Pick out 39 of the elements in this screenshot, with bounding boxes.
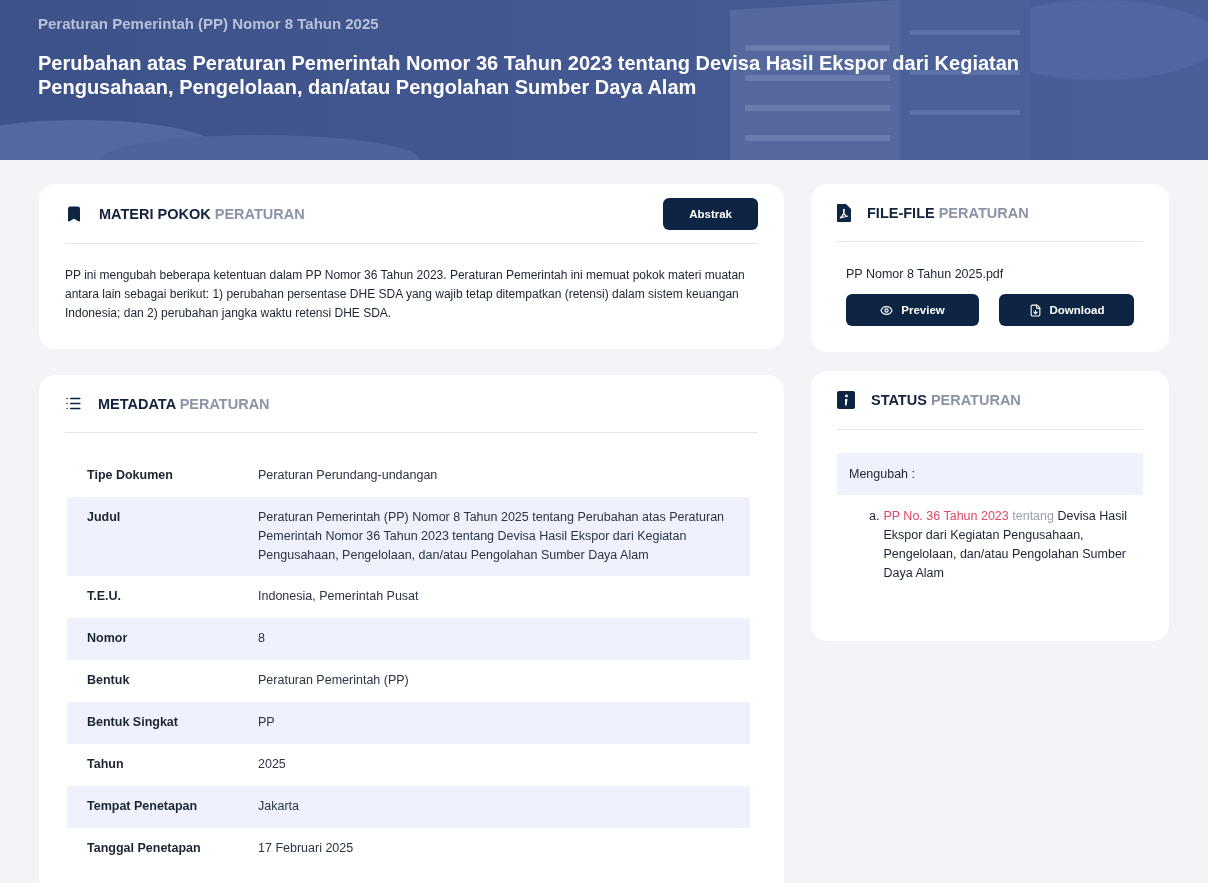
summary-text: PP ini mengubah beberapa ketentuan dalam PP Nomor 36 Tahun 2023. Peraturan Pemerintah ini memuat pokok materi muatan antara lain sebagai berikut: 1) perubahan persentase DHE SDA yang wajib tetap ditempatkan (retensi) dalam sistem keuangan Indonesia; dan 2) perubahan jangka waktu retensi DHE SDA. <box>65 267 746 322</box>
file-name: PP Nomor 8 Tahun 2025.pdf <box>846 267 1005 281</box>
page-title: Perubahan atas Peraturan Pemerintah Nomor 36 Tahun 2023 tentang Devisa Hasil Ekspor dari Kegiatan Pengusahaan, Pengelolaan, dan/atau Pengolahan Sumber Daya Alam <box>38 51 1021 99</box>
group-label: Mengubah : <box>837 453 1143 495</box>
field-value: Indonesia, Pemerintah Pusat <box>258 588 420 605</box>
field-value: PP <box>258 714 276 731</box>
field-label: Tipe Dokumen <box>87 467 174 484</box>
bookmark-icon <box>65 204 83 223</box>
field-label: Tahun <box>87 756 125 773</box>
field-label: Judul <box>87 509 122 526</box>
field-label: Tanggal Penetapan <box>87 840 202 857</box>
field-value: 2025 <box>258 756 287 773</box>
field-value: Peraturan Pemerintah (PP) <box>258 672 410 689</box>
section-heading: METADATA PERATURAN <box>98 395 271 412</box>
list-marker: a. <box>869 508 880 525</box>
field-value: 8 <box>258 630 266 647</box>
field-value: Peraturan Pemerintah (PP) Nomor 8 Tahun 2025 tentang Perubahan atas Peraturan Pemerintah Nomor 36 Tahun 2023 tentang Devisa Hasil Ekspor dari Kegiatan Pengusahaan, Pengelolaan, dan/atau Pengolahan Sumber Daya Alam <box>258 509 726 564</box>
list-icon <box>65 395 82 412</box>
pdf-file-icon <box>837 203 851 222</box>
field-label: Bentuk Singkat <box>87 714 179 731</box>
section-heading: FILE-FILE PERATURAN <box>867 204 1030 221</box>
section-heading: STATUS PERATURAN <box>871 392 1022 408</box>
field-label: Bentuk <box>87 672 131 689</box>
abstrak-button[interactable]: Abstrak <box>663 197 758 230</box>
field-label: Nomor <box>87 630 129 647</box>
info-icon <box>837 391 855 409</box>
status-item-text: PP No. 36 Tahun 2023 tentang Devisa Hasil Ekspor dari Kegiatan Pengusahaan, Pengelolaan, dan/atau Pengolahan Sumber Daya Alam <box>883 508 1128 582</box>
file-download-icon <box>1028 303 1042 317</box>
field-value: Jakarta <box>258 798 300 815</box>
header-overline: Peraturan Pemerintah (PP) Nomor 8 Tahun 2025 <box>38 15 380 32</box>
preview-button[interactable]: Preview <box>846 294 979 326</box>
download-button[interactable]: Download <box>999 294 1134 326</box>
field-label: Tempat Penetapan <box>87 798 199 815</box>
field-value: 17 Februari 2025 <box>258 840 355 857</box>
field-label: T.E.U. <box>87 588 123 605</box>
field-value: Peraturan Perundang-undangan <box>258 467 439 484</box>
eye-icon <box>880 303 894 317</box>
section-heading: MATERI POKOK PERATURAN <box>99 205 306 222</box>
regulation-link[interactable]: PP No. 36 Tahun 2023 <box>883 509 1009 523</box>
